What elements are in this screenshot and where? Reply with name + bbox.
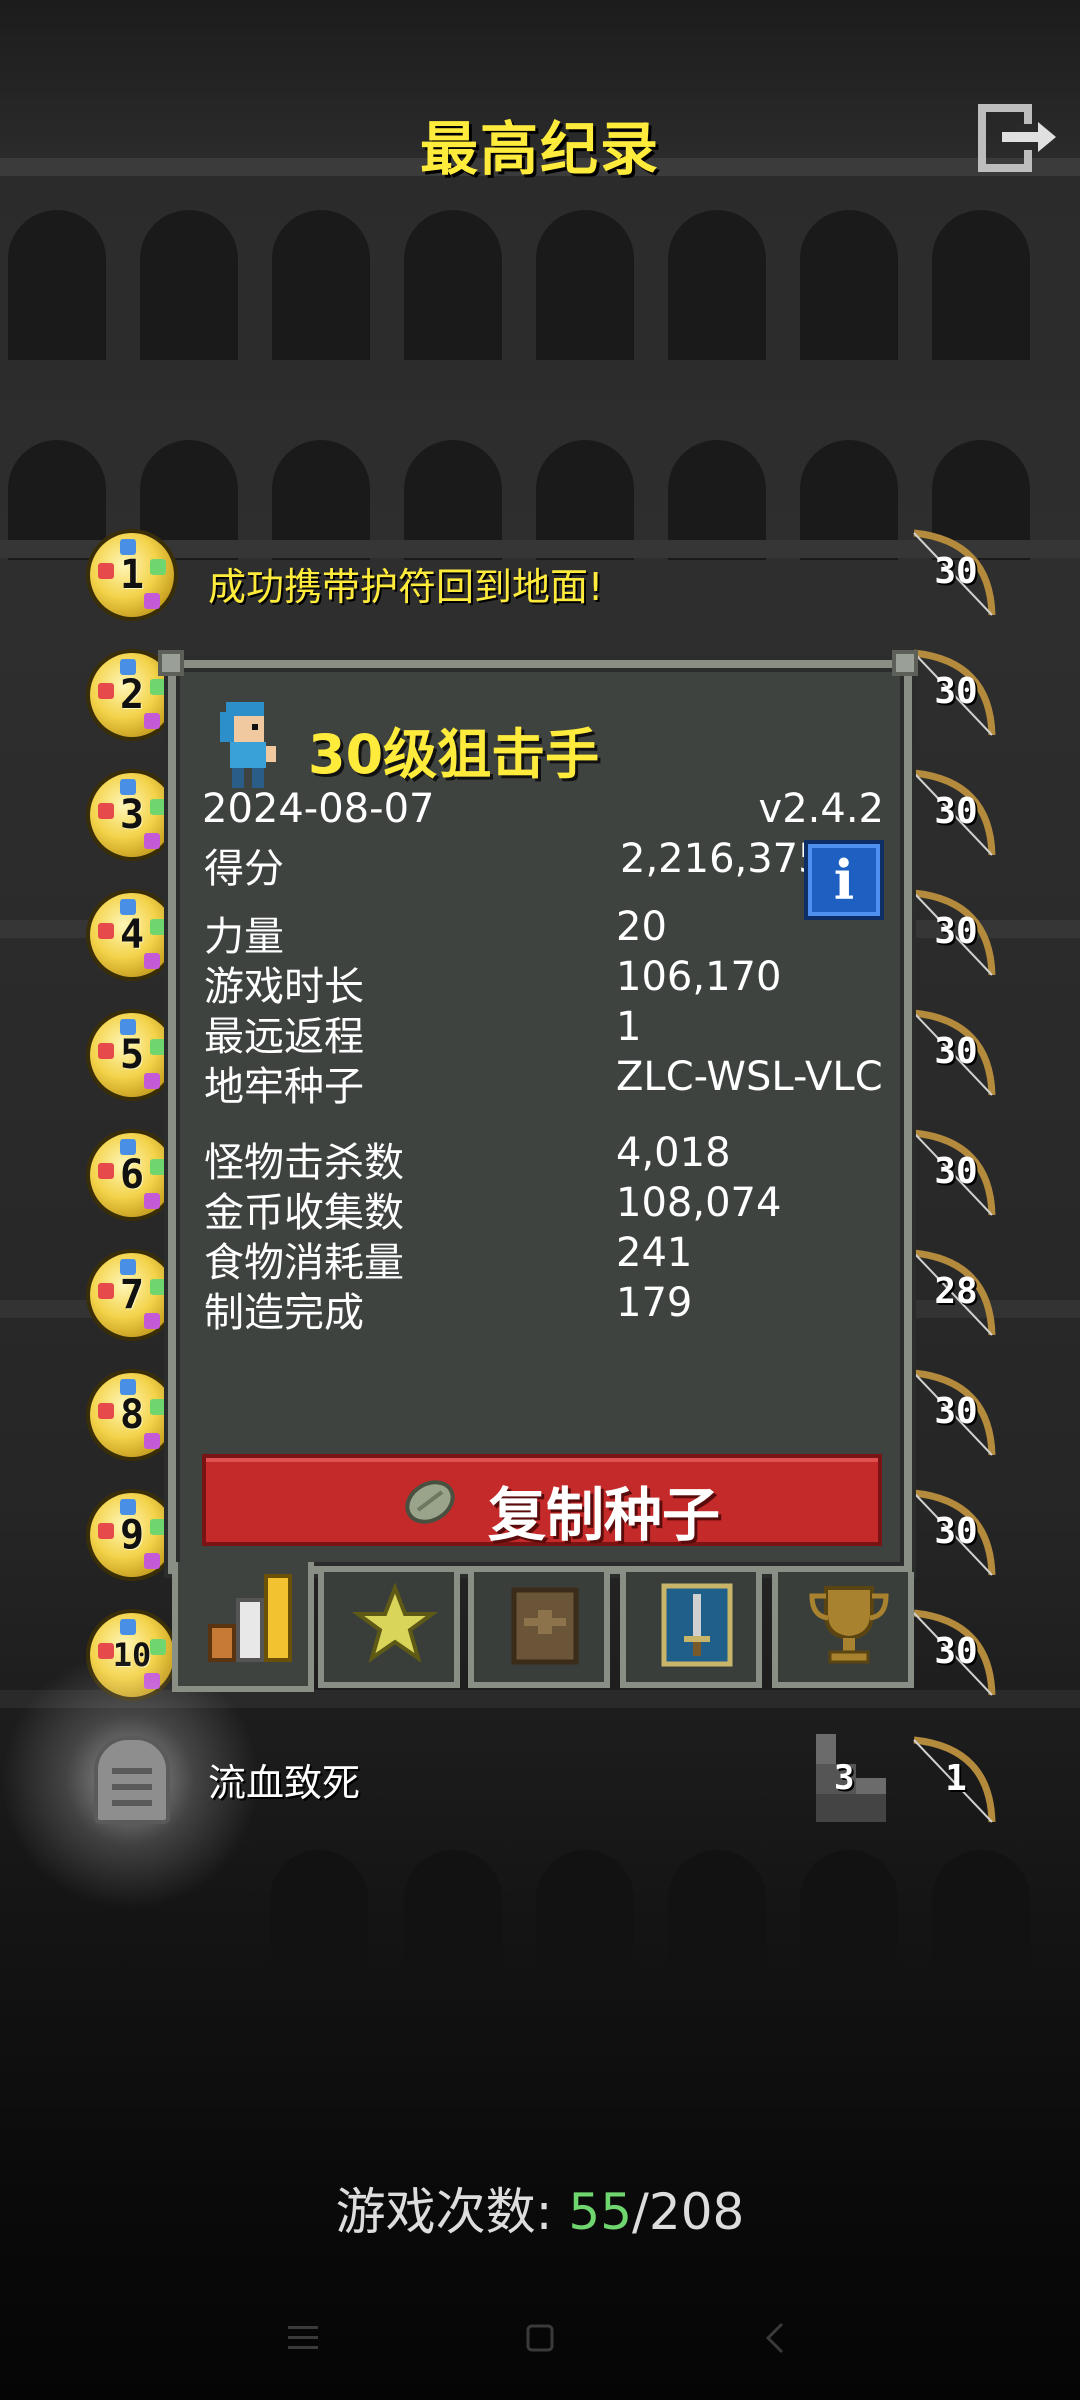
- rank-badge-7[interactable]: 7: [90, 1253, 174, 1337]
- rank-number: 3: [119, 792, 145, 838]
- record-detail-panel: 30级狙击手 2024-08-07 v2.4.2 得分 2,216,375 i …: [168, 660, 912, 1574]
- talents-tab[interactable]: [620, 1572, 762, 1688]
- backpack-icon: [511, 1587, 579, 1665]
- seed-icon: [405, 1480, 455, 1524]
- challenges-tab[interactable]: [772, 1572, 914, 1688]
- badges-tab[interactable]: [318, 1572, 460, 1688]
- rank-badge-3[interactable]: 3: [90, 773, 174, 857]
- rank-number: 8: [119, 1392, 145, 1438]
- copy-seed-button[interactable]: 复制种子: [202, 1454, 882, 1549]
- hero-title: 30级狙击手: [308, 723, 600, 786]
- menu-icon[interactable]: [282, 2320, 326, 2356]
- bow-icon: 1: [906, 1734, 1000, 1828]
- rank-level: 30: [934, 1511, 978, 1552]
- exit-icon: [978, 104, 1056, 172]
- rank-level: 30: [934, 671, 978, 712]
- rank-number: 7: [119, 1272, 145, 1318]
- bow-icon: 30: [906, 527, 1000, 621]
- game-version: v2.4.2: [758, 786, 884, 832]
- depth-icon: 3: [812, 1728, 890, 1824]
- games-played-label: 游戏次数:: [335, 2183, 553, 2241]
- record-date: 2024-08-07: [202, 786, 435, 832]
- stat-value-score: 2,216,375: [620, 836, 824, 882]
- stat-value-farthest-ascent: 1: [616, 1004, 642, 1050]
- home-icon[interactable]: [518, 2320, 562, 2356]
- stat-value-food: 241: [616, 1230, 693, 1276]
- rank-number: 1: [119, 552, 145, 598]
- star-badge-icon: [351, 1582, 439, 1663]
- rank-number: 5: [119, 1032, 145, 1078]
- stat-value-kills: 4,018: [616, 1130, 731, 1176]
- rank-level: 30: [934, 791, 978, 832]
- stat-value-gold: 108,074: [616, 1180, 782, 1226]
- games-total-count: /208: [632, 2183, 745, 2241]
- rank-badge-9[interactable]: 9: [90, 1493, 174, 1577]
- bow-icon: 30: [906, 1127, 1000, 1221]
- rank-badge-1[interactable]: 1: [90, 533, 174, 617]
- bow-icon: 30: [906, 647, 1000, 741]
- rank-level: 30: [934, 1151, 978, 1192]
- games-won-count: 55: [568, 2183, 633, 2241]
- rank-number: 4: [119, 912, 145, 958]
- latest-level: 1: [945, 1758, 967, 1799]
- tombstone-icon: [94, 1736, 170, 1824]
- copy-seed-label: 复制种子: [488, 1481, 721, 1549]
- bow-icon: 28: [906, 1247, 1000, 1341]
- rank-level: 30: [934, 911, 978, 952]
- stat-label-crafted: 制造完成: [204, 1290, 364, 1336]
- rank-number: 6: [119, 1152, 145, 1198]
- score-info-button[interactable]: i: [804, 840, 884, 920]
- back-icon[interactable]: [754, 2320, 798, 2356]
- bow-icon: 30: [906, 887, 1000, 981]
- rank-level: 30: [934, 551, 978, 592]
- rank-level: 28: [934, 1271, 978, 1312]
- rank-1-description: 成功携带护符回到地面!: [208, 565, 604, 609]
- rank-number: 9: [119, 1512, 145, 1558]
- stat-value-seed: ZLC-WSL-VLC: [616, 1054, 883, 1100]
- page-title: 最高纪录: [419, 115, 660, 183]
- bow-icon: 30: [906, 1607, 1000, 1701]
- rank-level: 30: [934, 1031, 978, 1072]
- panel-corner: [158, 650, 184, 676]
- trophy-icon: [809, 1586, 889, 1664]
- bow-icon: 30: [906, 767, 1000, 861]
- latest-game-description: 流血致死: [208, 1761, 361, 1805]
- system-nav-bar: [0, 2300, 1080, 2380]
- rank-badge-6[interactable]: 6: [90, 1133, 174, 1217]
- rank-badge-8[interactable]: 8: [90, 1373, 174, 1457]
- stat-label-score: 得分: [204, 846, 284, 892]
- info-icon: i: [833, 848, 855, 912]
- stat-value-crafted: 179: [616, 1280, 693, 1326]
- panel-corner: [892, 650, 918, 676]
- rank-badge-5[interactable]: 5: [90, 1013, 174, 1097]
- bow-icon: 30: [906, 1007, 1000, 1101]
- items-tab[interactable]: [468, 1572, 610, 1688]
- exit-button[interactable]: [978, 102, 1060, 174]
- bow-icon: 30: [906, 1367, 1000, 1461]
- depth-value: 3: [834, 1758, 855, 1798]
- huntress-sprite: [212, 696, 284, 792]
- stats-tab[interactable]: [172, 1562, 314, 1692]
- rank-badge-4[interactable]: 4: [90, 893, 174, 977]
- bar-chart-icon: [208, 1574, 292, 1662]
- rank-level: 30: [934, 1391, 978, 1432]
- stat-value-duration: 106,170: [616, 954, 782, 1000]
- stat-value-strength: 20: [616, 904, 667, 950]
- rank-level: 30: [934, 1631, 978, 1672]
- bow-icon: 30: [906, 1487, 1000, 1581]
- games-played-line: 游戏次数: 55/208: [0, 2172, 1080, 2244]
- stat-label-seed: 地牢种子: [204, 1064, 364, 1110]
- sword-book-icon: [661, 1583, 733, 1667]
